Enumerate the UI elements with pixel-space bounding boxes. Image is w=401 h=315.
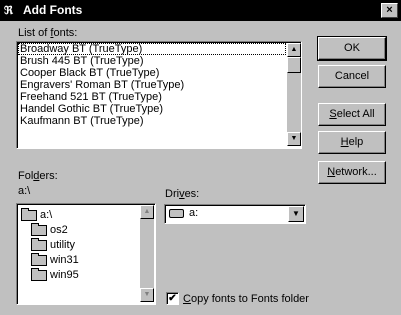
folder-icon — [31, 267, 47, 281]
network-button[interactable]: Network... — [318, 161, 386, 184]
current-path: a:\ — [18, 185, 31, 197]
window-title: Add Fonts — [23, 3, 83, 17]
close-button[interactable]: × — [381, 3, 398, 18]
folder-name: a:\ — [40, 209, 53, 221]
select-all-button[interactable]: Select All — [318, 103, 386, 126]
folder-item[interactable]: utility — [31, 237, 76, 252]
ok-button[interactable]: OK — [317, 36, 387, 61]
open-folder-icon — [21, 207, 37, 221]
font-list-item[interactable]: Freehand 521 BT (TrueType) — [18, 91, 286, 103]
help-button[interactable]: Help — [318, 131, 386, 154]
font-list-item[interactable]: Brush 445 BT (TrueType) — [18, 55, 286, 67]
folder-name: utility — [50, 239, 76, 251]
font-list-item[interactable]: Cooper Black BT (TrueType) — [18, 67, 286, 79]
fonts-icon: ℜ — [4, 5, 13, 17]
folder-item[interactable]: win31 — [31, 252, 79, 267]
folder-name: win31 — [50, 254, 79, 266]
font-list-label: List of fonts: — [18, 27, 78, 39]
folders-label: Folders: — [18, 170, 58, 182]
folder-item[interactable]: win95 — [31, 267, 79, 282]
cancel-button[interactable]: Cancel — [318, 65, 386, 88]
drives-select[interactable]: a: ▼ — [164, 204, 306, 224]
font-list-item[interactable]: Kaufmann BT (TrueType) — [18, 115, 286, 127]
folder-icon — [31, 252, 47, 266]
scroll-thumb[interactable] — [287, 57, 301, 73]
floppy-drive-icon — [169, 209, 184, 218]
copy-fonts-label[interactable]: Copy fonts to Fonts folder — [183, 293, 309, 305]
folder-list-scrollbar[interactable]: ▲ ▼ — [140, 205, 154, 302]
font-list-item[interactable]: Handel Gothic BT (TrueType) — [18, 103, 286, 115]
scroll-down-button[interactable]: ▼ — [140, 288, 154, 302]
chevron-down-icon[interactable]: ▼ — [288, 206, 304, 222]
font-list-item[interactable]: Broadway BT (TrueType) — [18, 43, 286, 55]
folder-icon — [31, 237, 47, 251]
selected-drive: a: — [189, 207, 199, 219]
scroll-up-button[interactable]: ▲ — [287, 43, 301, 57]
scroll-up-button[interactable]: ▲ — [140, 205, 154, 219]
font-list-item[interactable]: Engravers' Roman BT (TrueType) — [18, 79, 286, 91]
folder-list[interactable]: a:\ os2 utility win31 win95 ▲ ▼ — [16, 203, 156, 305]
folder-icon — [31, 222, 47, 236]
folder-name: os2 — [50, 224, 68, 236]
scroll-down-button[interactable]: ▼ — [287, 132, 301, 146]
drives-label: Drives: — [165, 188, 200, 200]
font-list-scrollbar[interactable]: ▲ ▼ — [287, 43, 301, 146]
folder-item[interactable]: os2 — [31, 222, 68, 237]
title-bar: ℜ Add Fonts × — [0, 0, 401, 21]
copy-fonts-checkbox[interactable]: ✔ — [166, 292, 179, 305]
folder-item[interactable]: a:\ — [21, 207, 53, 222]
folder-name: win95 — [50, 269, 79, 281]
font-list[interactable]: Broadway BT (TrueType) Brush 445 BT (True… — [16, 41, 302, 149]
